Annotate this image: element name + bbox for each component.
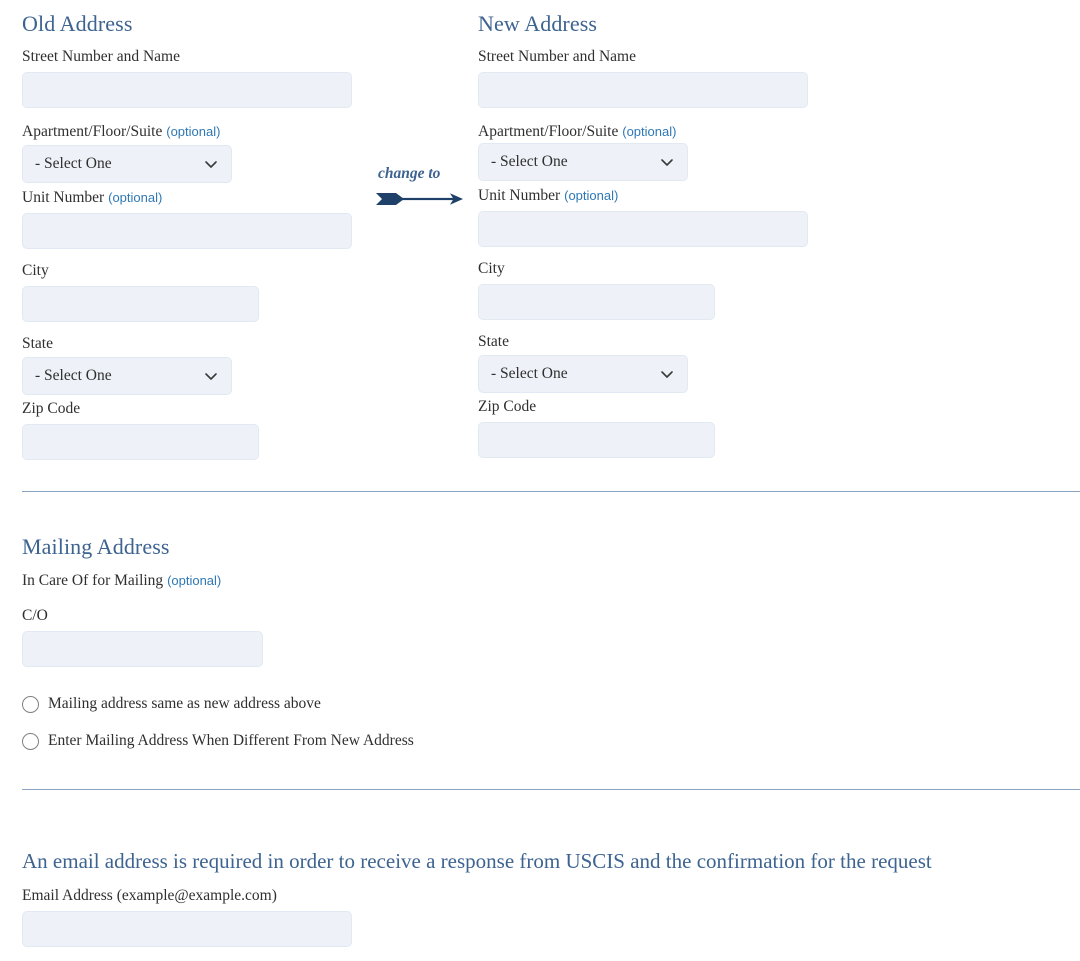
radio-circle-icon[interactable]	[22, 732, 39, 750]
new-unit-label: Unit Number (optional)	[478, 187, 618, 205]
new-zip-label: Zip Code	[478, 398, 537, 415]
chevron-down-icon	[203, 156, 219, 172]
new-unit-optional-tag: (optional)	[564, 188, 619, 203]
new-street-input[interactable]	[478, 72, 808, 108]
old-apartment-optional-tag: (optional)	[166, 124, 221, 139]
old-unit-input[interactable]	[22, 213, 352, 249]
old-zip-label: Zip Code	[22, 400, 81, 417]
new-unit-input[interactable]	[478, 211, 808, 247]
new-apartment-select-value: - Select One	[491, 153, 568, 170]
radio-circle-icon[interactable]	[22, 695, 39, 713]
old-street-label-text: Street Number and Name	[22, 48, 180, 65]
old-unit-optional-tag: (optional)	[108, 190, 163, 205]
new-apartment-label: Apartment/Floor/Suite (optional)	[478, 123, 676, 141]
co-label: C/O	[22, 607, 48, 624]
old-apartment-label: Apartment/Floor/Suite (optional)	[22, 123, 220, 141]
radio-mailing-same-label: Mailing address same as new address abov…	[48, 695, 321, 712]
new-city-input[interactable]	[478, 284, 715, 320]
old-city-input[interactable]	[22, 286, 259, 322]
address-change-form-page: Old Address Street Number and Name Apart…	[0, 0, 1080, 961]
old-state-select-value: - Select One	[35, 367, 112, 384]
in-care-of-label-text: In Care Of for Mailing	[22, 572, 164, 589]
mailing-address-heading: Mailing Address	[22, 534, 170, 559]
radio-mailing-same-as-new[interactable]: Mailing address same as new address abov…	[22, 695, 321, 713]
new-state-select-value: - Select One	[491, 365, 568, 382]
new-state-select[interactable]: - Select One	[478, 355, 688, 393]
old-address-heading: Old Address	[22, 11, 133, 36]
new-apartment-select[interactable]: - Select One	[478, 143, 688, 181]
new-apartment-label-text: Apartment/Floor/Suite	[478, 123, 619, 140]
email-address-input[interactable]	[22, 911, 352, 947]
email-address-label: Email Address (example@example.com)	[22, 887, 277, 904]
in-care-of-label: In Care Of for Mailing (optional)	[22, 572, 221, 590]
radio-mailing-different[interactable]: Enter Mailing Address When Different Fro…	[22, 732, 414, 750]
old-apartment-select-value: - Select One	[35, 155, 112, 172]
old-apartment-select[interactable]: - Select One	[22, 145, 232, 183]
co-input[interactable]	[22, 631, 263, 667]
new-street-label: Street Number and Name	[478, 48, 636, 65]
change-to-label: change to	[378, 165, 441, 182]
new-apartment-optional-tag: (optional)	[622, 124, 677, 139]
old-apartment-label-text: Apartment/Floor/Suite	[22, 123, 163, 140]
new-unit-label-text: Unit Number	[478, 187, 561, 204]
old-unit-label-text: Unit Number	[22, 189, 105, 206]
radio-mailing-different-label: Enter Mailing Address When Different Fro…	[48, 732, 414, 749]
section-divider-top	[22, 491, 1080, 492]
old-unit-label: Unit Number (optional)	[22, 189, 162, 207]
old-zip-input[interactable]	[22, 424, 259, 460]
chevron-down-icon	[659, 366, 675, 382]
new-address-heading: New Address	[478, 11, 598, 36]
new-city-label: City	[478, 260, 505, 277]
arrow-right-icon	[374, 190, 464, 208]
new-zip-input[interactable]	[478, 422, 715, 458]
email-required-heading: An email address is required in order to…	[22, 849, 932, 873]
old-state-label: State	[22, 335, 53, 352]
in-care-of-optional-tag: (optional)	[167, 573, 222, 588]
old-city-label: City	[22, 262, 49, 279]
old-street-input[interactable]	[22, 72, 352, 108]
chevron-down-icon	[203, 368, 219, 384]
old-street-label: Street Number and Name	[22, 48, 180, 66]
new-state-label: State	[478, 333, 509, 350]
old-state-select[interactable]: - Select One	[22, 357, 232, 395]
chevron-down-icon	[659, 154, 675, 170]
section-divider-bottom	[22, 789, 1080, 790]
